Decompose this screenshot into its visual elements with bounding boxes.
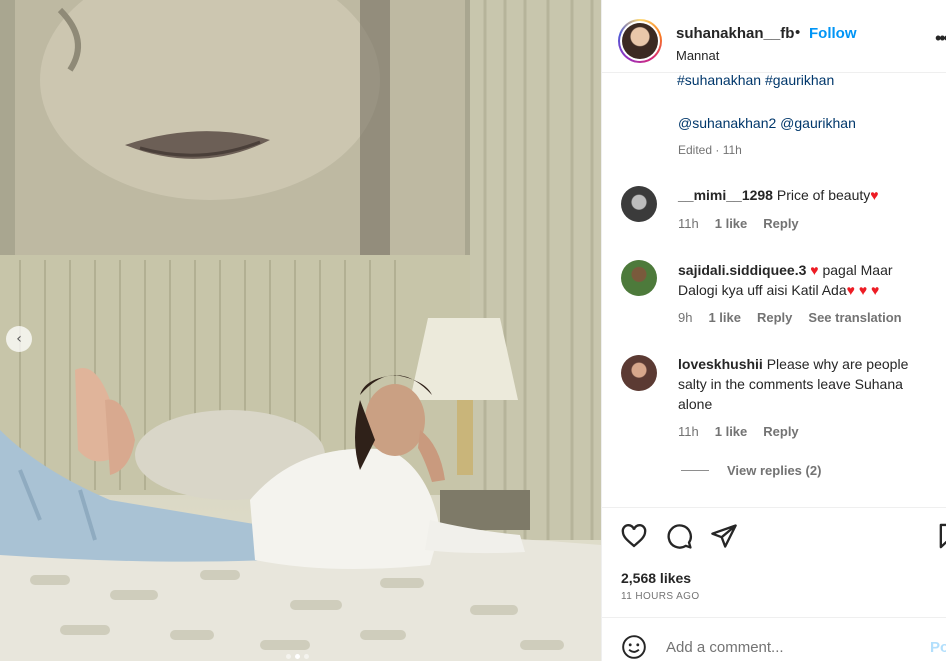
view-replies-button[interactable]: View replies (2) [681,463,821,478]
comment-username[interactable]: __mimi__1298 [678,187,773,203]
caption-edited-time: Edited · 11h [678,143,742,157]
comment-likes[interactable]: 1 like [715,216,748,231]
comment-time: 11h [678,216,699,231]
comment-text: Price of beauty [776,187,871,203]
see-translation-button[interactable]: See translation [808,310,901,325]
comment-username[interactable]: sajidali.siddiquee.3 [678,262,806,278]
post-location[interactable]: Mannat [676,48,719,63]
comment-likes[interactable]: 1 like [708,310,741,325]
view-replies-label[interactable]: View replies (2) [727,463,821,478]
caption-mentions[interactable]: @suhanakhan2 @gaurikhan [678,115,856,131]
add-comment-input[interactable]: Add a comment... [666,639,784,656]
heart-emoji-icon: ♥ ♥ ♥ [846,282,880,298]
comment-reply-button[interactable]: Reply [763,216,798,231]
comment-body: sajidali.siddiquee.3 ♥ pagal Maar Dalogi… [678,260,936,300]
post-side-panel: suhanakhan__fb • Follow Mannat ••• #suha… [601,0,946,661]
comment-time: 9h [678,310,693,325]
post-header: suhanakhan__fb • Follow Mannat ••• [602,0,946,73]
comment-reply-button[interactable]: Reply [757,310,792,325]
caption-hashtags[interactable]: #suhanakhan #gaurikhan [677,72,834,88]
comment-body: __mimi__1298 Price of beauty♥ [678,185,936,205]
add-comment-bar: Add a comment... Post [602,617,946,661]
likes-count[interactable]: 2,568 likes [621,570,691,586]
follow-button[interactable]: Follow [809,25,857,42]
comment-likes[interactable]: 1 like [715,424,748,439]
header-separator: • [795,24,801,41]
paper-plane-icon[interactable] [710,522,738,550]
post-actions: 2,568 likes 11 HOURS AGO [602,507,946,617]
carousel-dot [286,654,291,659]
smiley-icon[interactable] [621,634,647,660]
comment-body: loveskhushii Please why are people salty… [678,354,936,414]
replies-divider [681,470,709,471]
author-username[interactable]: suhanakhan__fb [676,25,794,42]
heart-emoji-icon: ♥ [810,262,823,278]
bookmark-icon[interactable] [935,522,946,550]
comment-username[interactable]: loveskhushii [678,356,763,372]
carousel-dot [304,654,309,659]
post-time: 11 HOURS AGO [621,591,700,602]
comment-time: 11h [678,424,699,439]
post-comment-button[interactable]: Post [930,639,946,656]
comment-reply-button[interactable]: Reply [763,424,798,439]
comment-meta: 11h 1 like Reply [678,216,799,231]
comment-avatar[interactable] [621,260,657,296]
post-photo: ‹ [0,0,601,661]
comment-avatar[interactable] [621,355,657,391]
more-options-icon[interactable]: ••• [935,28,946,49]
author-avatar[interactable] [618,19,662,63]
carousel-prev-button[interactable]: ‹ [6,326,32,352]
heart-icon[interactable] [620,522,648,550]
comment-meta: 11h 1 like Reply [678,424,799,439]
carousel-dots [286,654,309,659]
comment-avatar[interactable] [621,186,657,222]
comment-meta: 9h 1 like Reply See translation [678,310,902,325]
bedroom-photo-illustration [0,0,601,661]
carousel-dot-active [295,654,300,659]
comment-icon[interactable] [665,522,693,550]
comments-scroll-area[interactable]: #suhanakhan #gaurikhan @suhanakhan2 @gau… [602,0,946,518]
heart-emoji-icon: ♥ [870,187,879,203]
